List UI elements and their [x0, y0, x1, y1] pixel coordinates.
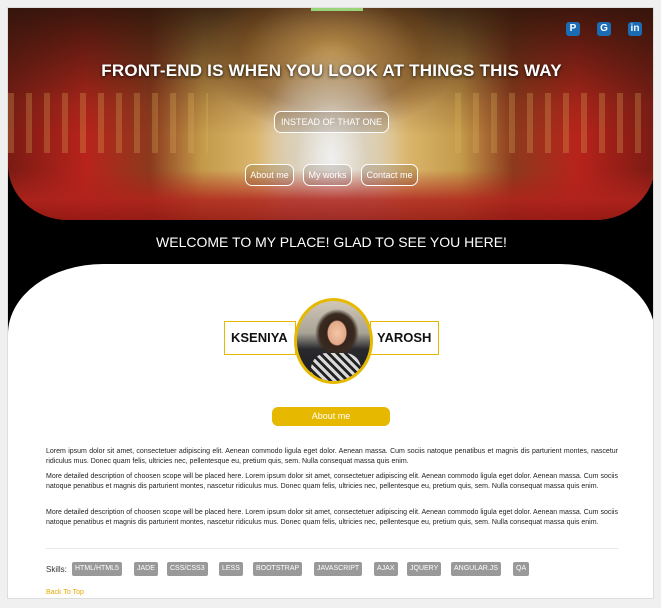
page: P G in FRONT-END IS WHEN YOU LOOK AT THI…: [7, 7, 654, 599]
about-me-button[interactable]: About me: [272, 407, 390, 426]
skill-tag: JAVASCRIPT: [314, 562, 363, 576]
nav-works-button[interactable]: My works: [303, 164, 352, 186]
instead-button[interactable]: INSTEAD OF THAT ONE: [274, 111, 389, 133]
first-name: KSENIYA: [224, 321, 296, 355]
skill-tag: QA: [513, 562, 530, 576]
about-paragraph-2: More detailed description of choosen sco…: [46, 473, 618, 490]
skill-tag: AJAX: [374, 562, 398, 576]
skill-tag: JQUERY: [407, 562, 442, 576]
divider: [46, 548, 618, 549]
skill-tag: JADE: [134, 562, 158, 576]
theater-balcony-right: [455, 93, 653, 153]
skill-tag: LESS: [219, 562, 243, 576]
linkedin-icon[interactable]: in: [628, 22, 642, 36]
top-accent-bar: [311, 8, 363, 11]
hero-title: FRONT-END IS WHEN YOU LOOK AT THINGS THI…: [101, 61, 562, 80]
pinterest-icon[interactable]: P: [566, 22, 580, 36]
skill-tag: ANGULAR.JS: [451, 562, 501, 576]
back-to-top-link[interactable]: Back To Top: [46, 589, 84, 596]
skill-tag: HTML/HTML5: [72, 562, 122, 576]
skills-label: Skills:: [46, 565, 67, 574]
theater-balcony-left: [8, 93, 208, 153]
welcome-heading: WELCOME TO MY PLACE! GLAD TO SEE YOU HER…: [156, 234, 507, 250]
skill-tag: CSS/CSS3: [167, 562, 208, 576]
avatar-shirt: [311, 353, 361, 381]
nav-contact-button[interactable]: Contact me: [361, 164, 418, 186]
last-name: YAROSH: [370, 321, 439, 355]
github-icon[interactable]: G: [597, 22, 611, 36]
avatar: [294, 298, 373, 384]
nav-about-button[interactable]: About me: [245, 164, 294, 186]
skill-tag: BOOTSTRAP: [253, 562, 303, 576]
about-paragraph-1: Lorem ipsum dolor sit amet, consectetuer…: [46, 448, 618, 465]
about-paragraph-3: More detailed description of choosen sco…: [46, 509, 618, 526]
